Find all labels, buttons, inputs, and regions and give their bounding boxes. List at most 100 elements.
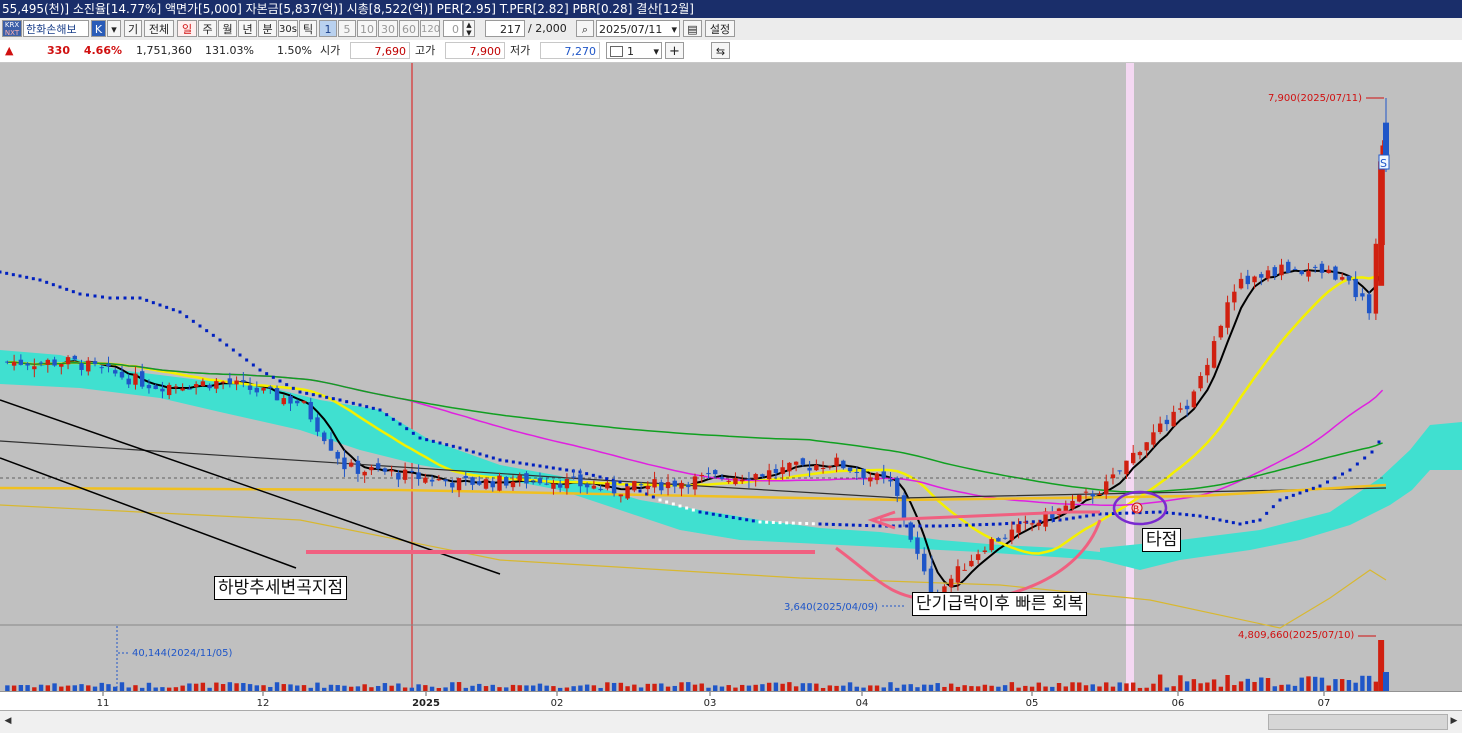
sar-dot	[818, 522, 822, 526]
sar-dot	[86, 293, 89, 297]
volume-bar	[1178, 675, 1183, 691]
candle-body	[1090, 493, 1095, 497]
interval-30[interactable]: 30	[378, 20, 398, 37]
candle-body	[268, 386, 273, 389]
save-icon[interactable]: ▤	[683, 20, 702, 37]
sar-dot	[1085, 514, 1089, 518]
candle-body	[362, 471, 367, 476]
swap-icon[interactable]: ⇆	[711, 42, 730, 59]
date-field[interactable]: 2025/07/11 ▾	[596, 20, 680, 37]
volume-bar	[800, 683, 806, 691]
horizontal-scrollbar[interactable]: ◀ ▶	[0, 710, 1462, 733]
volume-bar	[18, 685, 24, 691]
candle-body	[220, 381, 226, 383]
sar-dot	[525, 462, 529, 466]
volume-bar	[874, 685, 880, 691]
sar-dot	[585, 472, 589, 476]
candle-body	[423, 477, 428, 483]
candle-body	[504, 477, 509, 486]
volume-bar	[827, 685, 833, 691]
gi-button[interactable]: 기	[124, 20, 142, 37]
spin-field[interactable]: 0	[443, 20, 463, 37]
dropdown-icon[interactable]: ▾	[107, 20, 121, 37]
candle-body	[1272, 267, 1277, 277]
scroll-right-icon[interactable]: ▶	[1448, 714, 1460, 728]
volume-bar	[922, 684, 927, 691]
candle-body	[746, 478, 752, 481]
period-day[interactable]: 일	[177, 20, 197, 37]
sar-dot	[971, 523, 975, 527]
volume-bar	[517, 685, 522, 691]
search-icon[interactable]: ⌕	[576, 20, 594, 37]
sar-dot	[318, 394, 322, 398]
volume-bar	[119, 682, 125, 691]
volume-bar	[429, 686, 435, 691]
sar-dot	[331, 397, 335, 401]
candle-body	[348, 462, 354, 467]
add-indicator-icon[interactable]: +	[665, 42, 684, 59]
chevron-down-icon: ▾	[653, 45, 659, 58]
volume-bar	[665, 686, 671, 691]
sar-dot	[458, 446, 462, 450]
sar-dot	[218, 338, 222, 342]
volume-bar	[1353, 682, 1358, 691]
price-chart[interactable]: 11 12 2025 02 03 04 05 06 07 7,900(2025/07/11) 3…	[0, 63, 1462, 732]
sar-dot	[1333, 476, 1337, 480]
interval-5[interactable]: 5	[338, 20, 356, 37]
volume-max-label: 4,809,660(2025/07/10)	[1238, 630, 1354, 641]
volume-bar	[1211, 679, 1217, 691]
interval-1[interactable]: 1	[319, 20, 337, 37]
sar-dot	[191, 319, 195, 323]
period-month[interactable]: 월	[218, 20, 237, 37]
sar-dot	[651, 495, 655, 499]
sar-dot	[905, 524, 909, 528]
interval-120[interactable]: 120	[420, 20, 440, 37]
volume-bar	[766, 682, 772, 691]
volume-bar	[261, 685, 266, 691]
sar-dot	[1370, 450, 1374, 454]
sar-dot	[38, 278, 42, 282]
volume-bar-last	[1383, 672, 1389, 691]
scroll-left-icon[interactable]: ◀	[2, 714, 14, 728]
candle-body	[1353, 278, 1358, 298]
period-30s[interactable]: 30s	[278, 20, 298, 37]
candle-body	[1023, 521, 1028, 523]
candle-body	[409, 470, 415, 472]
candle-body	[787, 462, 792, 472]
candle-body	[443, 479, 448, 482]
x-tick-label: 2025	[412, 698, 440, 709]
sar-dot	[638, 489, 642, 493]
line-select[interactable]: 1 ▾	[606, 42, 662, 59]
exchange-toggle[interactable]: KRX NXT	[2, 20, 22, 37]
period-minute[interactable]: 분	[258, 20, 277, 37]
spin-arrows-icon[interactable]: ▲ ▼	[463, 20, 475, 37]
k-button[interactable]: K	[91, 20, 106, 37]
period-tick[interactable]: 틱	[299, 20, 317, 37]
sar-dot	[471, 450, 475, 454]
candle-body	[315, 417, 320, 432]
candle-body	[1326, 269, 1331, 274]
stock-name-field[interactable]: 한화손해보	[23, 20, 89, 37]
sar-dot	[1265, 511, 1269, 515]
volume-bar	[106, 684, 111, 691]
sar-dot	[625, 483, 629, 487]
candle-body	[780, 467, 785, 474]
sar-dot	[116, 296, 119, 300]
sar-dot	[831, 522, 835, 526]
sar-dot	[591, 473, 595, 477]
settings-button[interactable]: 설정	[705, 20, 735, 37]
open-value: 7,690	[350, 42, 410, 59]
period-year[interactable]: 년	[238, 20, 257, 37]
period-week[interactable]: 주	[198, 20, 217, 37]
interval-60[interactable]: 60	[399, 20, 419, 37]
candle-body	[1265, 270, 1271, 279]
candle-body	[295, 400, 300, 404]
volume-bar	[281, 684, 286, 691]
sar-dot	[931, 524, 935, 528]
sar-dot	[1291, 493, 1295, 497]
all-button[interactable]: 전체	[144, 20, 174, 37]
count-field[interactable]: 217	[485, 20, 525, 37]
scroll-thumb[interactable]	[1268, 714, 1448, 730]
candle-body	[227, 378, 233, 384]
interval-10[interactable]: 10	[357, 20, 377, 37]
